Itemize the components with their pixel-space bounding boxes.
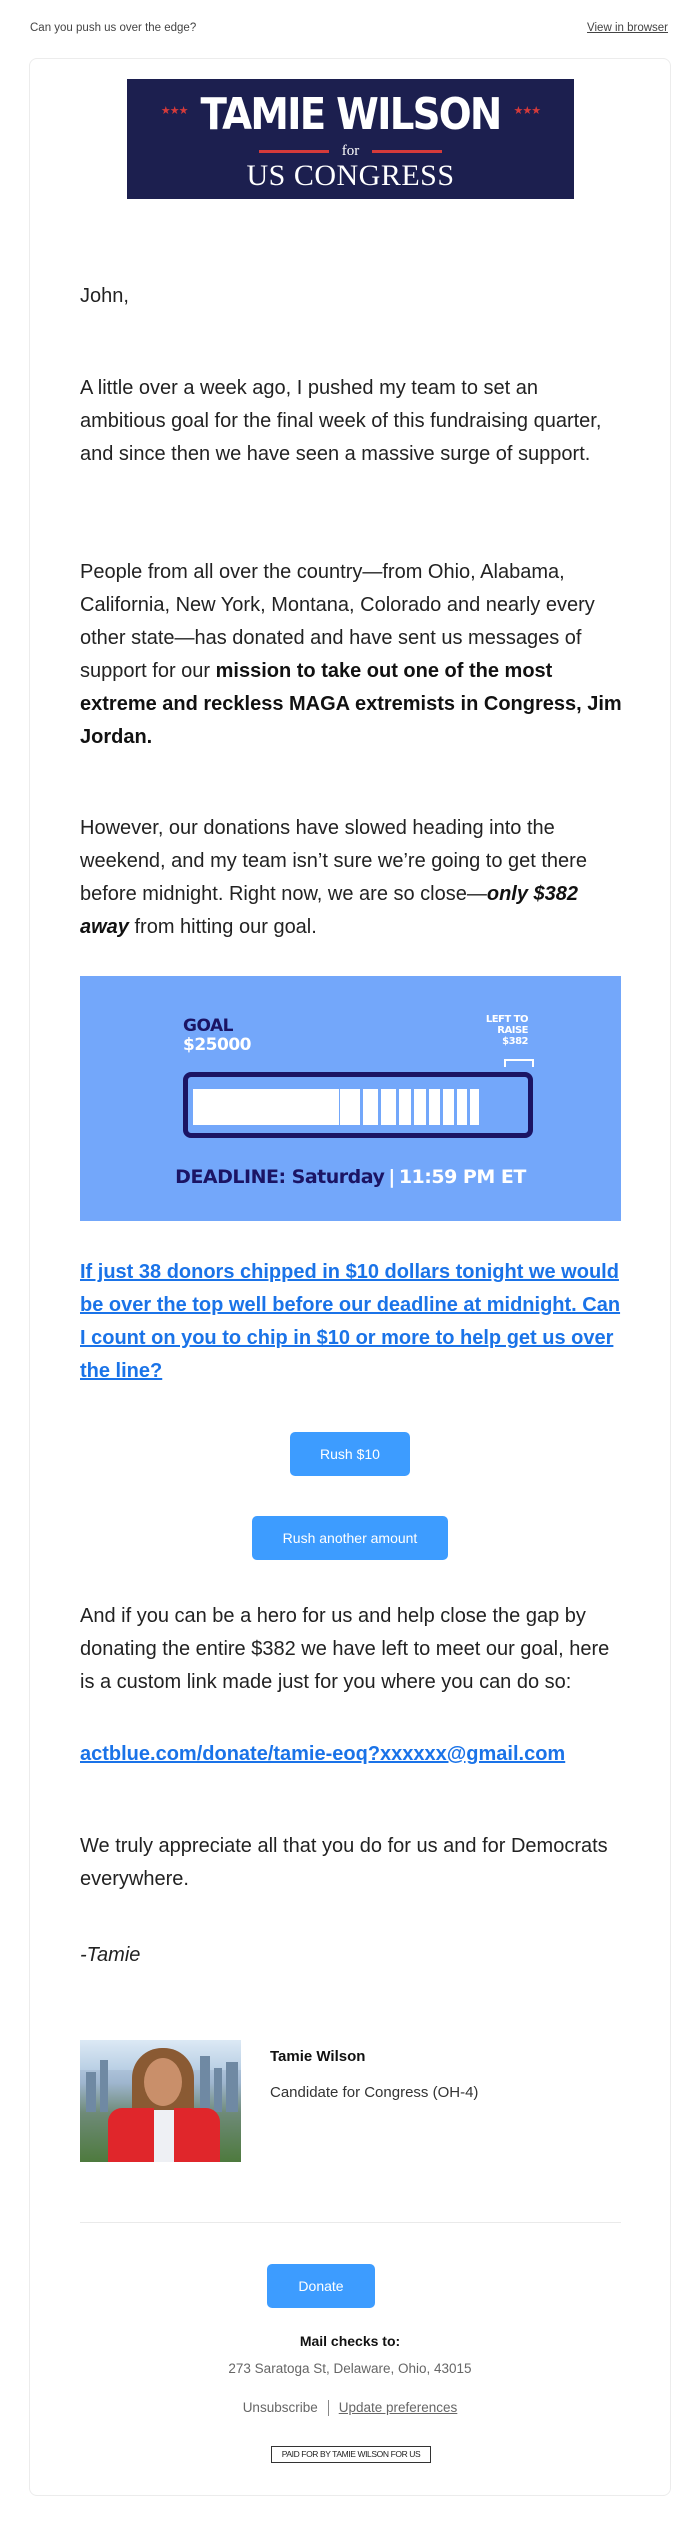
paragraph-support: People from all over the country—from Oh…: [80, 556, 625, 754]
banner-rule-right: [371, 150, 442, 154]
left-to-raise-line2: RAISE: [497, 1025, 528, 1036]
remaining-bracket: [504, 1059, 534, 1067]
footer-separator: [327, 2400, 329, 2417]
deadline-day: DEADLINE: Saturday: [175, 1166, 385, 1188]
footer-links: Unsubscribe Update preferences: [0, 2400, 700, 2417]
goal-label: GOAL: [183, 1016, 233, 1036]
progress-segment: [363, 1089, 378, 1125]
paragraph-urgency-end: from hitting our goal.: [128, 916, 317, 938]
progress-segment: [470, 1089, 479, 1125]
update-preferences-link[interactable]: Update preferences: [339, 2400, 458, 2415]
progress-bar: [183, 1072, 533, 1138]
progress-segment: [193, 1089, 339, 1125]
deadline-time: 11:59 PM ET: [398, 1166, 526, 1188]
view-in-browser-link[interactable]: View in browser: [587, 22, 668, 34]
progress-segment: [381, 1089, 396, 1125]
paid-for-disclaimer: PAID FOR BY TAMIE WILSON FOR US: [271, 2446, 431, 2463]
campaign-logo-banner: ★★★ TAMIE WILSON ★★★ for US CONGRESS: [127, 79, 574, 199]
unsubscribe-link[interactable]: Unsubscribe: [243, 2400, 318, 2415]
preheader-text: Can you push us over the edge?: [30, 22, 197, 34]
fundraising-goal-graphic: GOAL $25000 LEFT TO RAISE $382 DEADLINE:…: [80, 976, 621, 1221]
paragraph-thanks: We truly appreciate all that you do for …: [80, 1835, 608, 1890]
banner-rule-left: [259, 150, 330, 154]
progress-segment: [429, 1089, 440, 1125]
paragraph-hero: And if you can be a hero for us and help…: [80, 1605, 610, 1693]
deadline-separator: |: [388, 1166, 395, 1188]
greeting: John,: [80, 285, 129, 307]
signature-title: Candidate for Congress (OH-4): [270, 2084, 479, 2101]
banner-office-text: US CONGRESS: [246, 159, 455, 192]
paragraph-urgency: However, our donations have slowed headi…: [80, 812, 625, 944]
progress-segment: [457, 1089, 467, 1125]
donate-cta-link[interactable]: If just 38 donors chipped in $10 dollars…: [80, 1256, 625, 1388]
star-icon-group-left: ★★★: [160, 105, 189, 117]
rush-10-button[interactable]: Rush $10: [290, 1432, 410, 1476]
mail-checks-title: Mail checks to:: [299, 2333, 401, 2349]
progress-segment: [443, 1089, 454, 1125]
mailing-address: 273 Saratoga St, Delaware, Ohio, 43015: [228, 2361, 472, 2376]
donate-button[interactable]: Donate: [267, 2264, 375, 2308]
signature-name: Tamie Wilson: [270, 2048, 366, 2065]
goal-amount: $25000: [183, 1035, 251, 1055]
progress-segment: [414, 1089, 426, 1125]
left-to-raise-amount: $382: [502, 1036, 528, 1047]
banner-for-text: for: [341, 143, 360, 160]
custom-donate-link[interactable]: actblue.com/donate/tamie-eoq?xxxxxx@gmai…: [80, 1743, 565, 1766]
paragraph-intro: A little over a week ago, I pushed my te…: [80, 377, 602, 465]
footer-divider: [80, 2222, 621, 2223]
rush-another-amount-button[interactable]: Rush another amount: [252, 1516, 448, 1560]
deadline-text: DEADLINE: Saturday | 11:59 PM ET: [80, 1166, 621, 1188]
progress-segment: [399, 1089, 411, 1125]
progress-segment: [340, 1089, 360, 1125]
star-icon-group-right: ★★★: [513, 105, 541, 117]
signoff: -Tamie: [80, 1944, 141, 1966]
left-to-raise-line1: LEFT TO: [485, 1014, 529, 1025]
banner-candidate-name: TAMIE WILSON: [200, 89, 502, 140]
candidate-photo: [80, 2040, 241, 2162]
left-to-raise-label: LEFT TO RAISE $382: [485, 1014, 529, 1047]
